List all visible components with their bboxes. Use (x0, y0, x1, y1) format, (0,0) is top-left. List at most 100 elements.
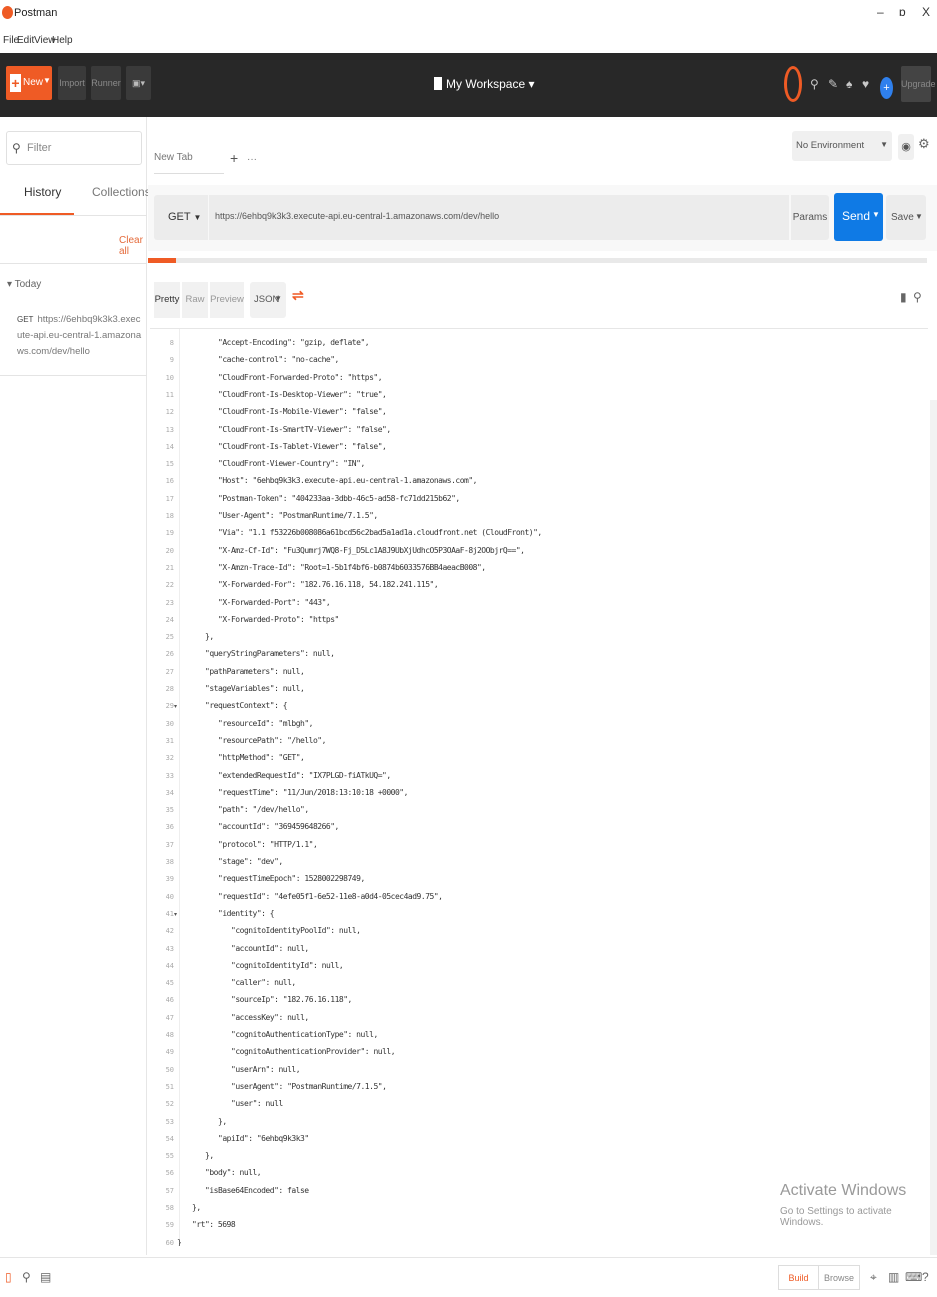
invite-plus-icon[interactable]: + (880, 77, 893, 99)
keyboard-icon[interactable]: ⌨ (905, 1270, 922, 1284)
tab-history[interactable]: History (24, 185, 61, 199)
filter-input[interactable]: ⚲ Filter (6, 131, 142, 165)
code-line: "body": null, (205, 1168, 262, 1178)
sync-icon[interactable] (784, 66, 802, 102)
windows-activation-watermark: Activate Windows Go to Settings to activ… (780, 1182, 937, 1228)
history-item-url: https://6ehbq9k3k3.execute-api.eu-centra… (17, 314, 142, 357)
interceptor-icon[interactable]: ⚲ (810, 77, 819, 91)
history-item[interactable]: GET https://6ehbq9k3k3.execute-api.eu-cen… (17, 312, 143, 360)
runner-button[interactable]: Runner (91, 66, 121, 100)
line-number: 36 (165, 823, 174, 832)
code-line: }, (218, 1116, 227, 1126)
two-pane-icon[interactable]: ▥ (888, 1270, 899, 1284)
close-button[interactable]: X (922, 5, 930, 19)
chevron-down-icon[interactable]: ▼ (872, 210, 880, 219)
request-tab[interactable]: New Tab (154, 144, 224, 174)
response-body[interactable]: 8 9 10 11 12 13 14 15 16 17 18 19 20 21 22 23 24 25 26 27 28… (150, 328, 928, 1246)
plus-icon: + (10, 74, 21, 92)
line-number: 58 (165, 1204, 174, 1212)
code-line: "User-Agent": "PostmanRuntime/7.1.5", (218, 511, 378, 520)
send-button[interactable]: Send ▼ (834, 193, 883, 241)
watermark-title: Activate Windows (780, 1182, 907, 1199)
maximize-button[interactable]: ɒ (899, 5, 906, 19)
url-input[interactable]: https://6ehbq9k3k3.execute-api.eu-centra… (209, 195, 789, 240)
line-number: 52 (165, 1100, 174, 1109)
method-selector[interactable]: GET ▼ (154, 195, 208, 240)
code-line: "accountId": null, (231, 943, 309, 953)
menu-help[interactable]: Help (52, 35, 73, 46)
postman-logo-icon (2, 6, 13, 19)
code-line: "X-Forwarded-Proto": "https" (218, 614, 339, 624)
line-number: 38 (165, 858, 174, 866)
copy-icon[interactable]: ▮ (900, 290, 907, 304)
heart-icon[interactable]: ♥ (862, 77, 869, 91)
code-line: "accessKey": null, (231, 1012, 309, 1022)
find-icon[interactable]: ⚲ (22, 1270, 31, 1284)
format-selector[interactable]: JSON ▼ (250, 282, 286, 318)
fold-toggle-icon[interactable]: ▾ (174, 703, 177, 710)
console-icon[interactable]: ▤ (40, 1270, 51, 1284)
line-gutter: 8 9 10 11 12 13 14 15 16 17 18 19 20 21 22 23 24 25 26 27 28… (150, 329, 180, 1246)
menu-bar: File Edit View Help (0, 30, 937, 52)
title-bar: Postman – ɒ X (0, 0, 937, 30)
line-number: 60 (165, 1238, 174, 1246)
wrap-lines-icon[interactable]: ⇌ (292, 287, 304, 304)
menu-edit[interactable]: Edit (17, 35, 34, 46)
line-number: 17 (165, 494, 174, 503)
history-group-today[interactable]: ▾ Today (7, 279, 41, 290)
browse-tab[interactable]: Browse (818, 1265, 860, 1290)
line-number: 9 (169, 356, 174, 365)
import-button[interactable]: Import (58, 66, 86, 100)
add-tab-icon[interactable]: + (230, 150, 238, 166)
code-line: "X-Amz-Cf-Id": "Fu3Qumrj7WQ8-Fj_D5Lc1A8J… (218, 545, 525, 555)
url-bar: GET ▼ https://6ehbq9k3k3.execute-api.eu-… (148, 185, 937, 251)
save-button[interactable]: Save ▼ (886, 195, 926, 240)
clear-all-link[interactable]: Clear all (119, 235, 146, 257)
line-number: 25 (165, 633, 174, 642)
code-line: "X-Amzn-Trace-Id": "Root=1-5b1f4bf6-b087… (218, 562, 486, 572)
tab-pretty[interactable]: Pretty (154, 282, 180, 318)
chevron-down-icon[interactable]: ▼ (915, 212, 923, 221)
line-number: 10 (165, 373, 174, 382)
more-tabs-icon[interactable]: ··· (247, 154, 257, 165)
tab-collections[interactable]: Collections (92, 185, 151, 199)
code-line: "path": "/dev/hello", (218, 805, 309, 815)
eye-icon[interactable]: ◉ (898, 134, 914, 160)
code-line: "resourceId": "mlbgh", (218, 718, 313, 728)
fold-toggle-icon[interactable]: ▾ (174, 911, 177, 918)
wrench-icon[interactable]: ✎ (828, 77, 838, 91)
build-tab[interactable]: Build (778, 1265, 818, 1290)
gear-icon[interactable]: ⚙ (918, 136, 930, 152)
bell-icon[interactable]: ♠ (846, 77, 852, 91)
sidebar-toggle-icon[interactable]: ▯ (5, 1270, 12, 1284)
search-icon[interactable]: ⚲ (913, 290, 922, 304)
code-line: } (177, 1237, 182, 1246)
help-icon[interactable]: ? (922, 1270, 929, 1284)
line-number: 39 (165, 875, 174, 884)
code-line: "protocol": "HTTP/1.1", (218, 839, 318, 849)
tab-preview[interactable]: Preview (210, 282, 244, 318)
new-window-button[interactable]: ▣▾ (126, 66, 151, 100)
method-label: GET (168, 211, 191, 223)
environment-selector[interactable]: No Environment ▼ (792, 131, 892, 161)
code-line: "pathParameters": null, (205, 666, 305, 676)
chevron-down-icon: ▼ (274, 294, 282, 303)
new-button[interactable]: + New ▼ (6, 66, 52, 100)
params-button[interactable]: Params (791, 195, 829, 240)
minimize-button[interactable]: – (877, 5, 884, 19)
history-item-method: GET (17, 315, 34, 324)
code-line: "identity": { (218, 908, 275, 918)
workspace-selector[interactable]: My Workspace ▾ (434, 77, 535, 91)
line-number: 49 (165, 1048, 174, 1057)
request-tabs: New Tab + ··· No Environment ▼ ◉ ⚙ (148, 117, 937, 179)
code-line: "cognitoAuthenticationProvider": null, (231, 1047, 396, 1057)
search-icon: ⚲ (12, 141, 21, 155)
vertical-scrollbar[interactable] (930, 400, 937, 1255)
code-line: "CloudFront-Is-Desktop-Viewer": "true", (218, 389, 387, 399)
divider (0, 375, 147, 376)
upgrade-button[interactable]: Upgrade (901, 66, 936, 102)
location-icon[interactable]: ⌖ (870, 1270, 877, 1285)
tab-raw[interactable]: Raw (182, 282, 208, 318)
history-group-label: Today (14, 279, 42, 290)
code-line: "CloudFront-Forwarded-Proto": "https", (218, 372, 383, 382)
